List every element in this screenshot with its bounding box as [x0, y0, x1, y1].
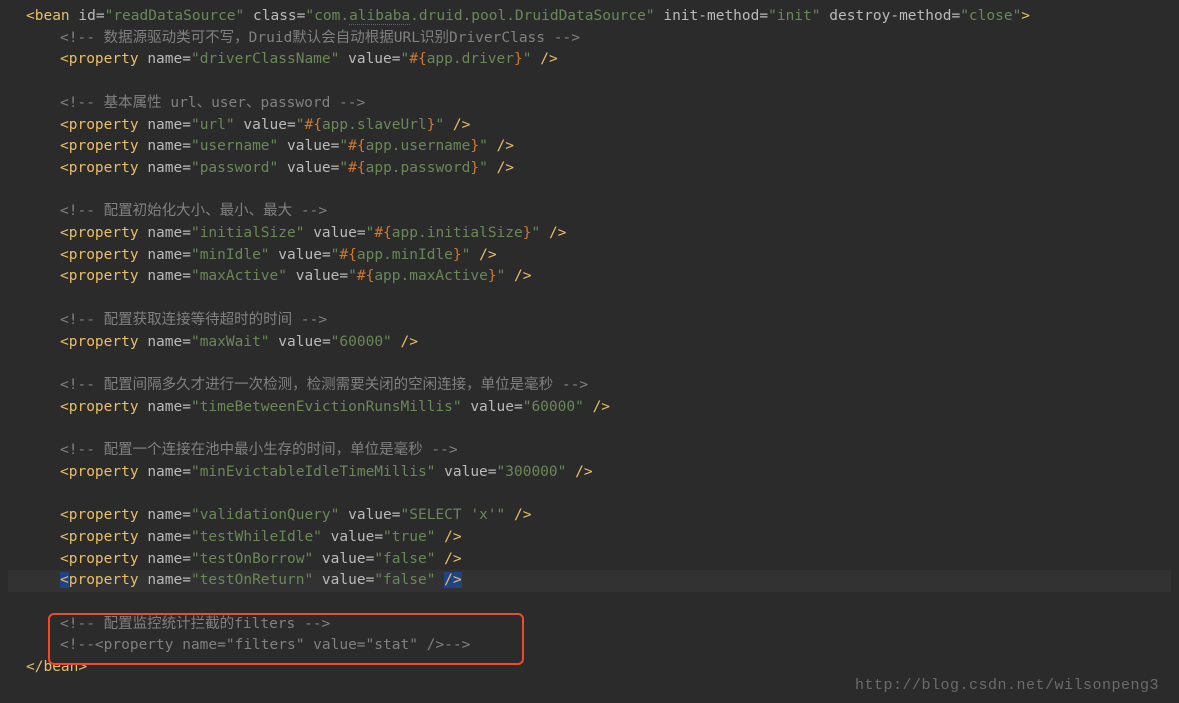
- code-line: <property name="testOnReturn" value="fal…: [8, 570, 1171, 592]
- code-line: <property name="username" value="#{app.u…: [8, 136, 1171, 158]
- code-line: <property name="initialSize" value="#{ap…: [8, 223, 1171, 245]
- code-line: <property name="minEvictableIdleTimeMill…: [8, 462, 1171, 484]
- code-line: <property name="maxWait" value="60000" /…: [8, 332, 1171, 354]
- code-line: <property name="driverClassName" value="…: [8, 49, 1171, 71]
- code-line: <property name="validationQuery" value="…: [8, 505, 1171, 527]
- code-line: <!-- 配置一个连接在池中最小生存的时间，单位是毫秒 -->: [8, 440, 1171, 462]
- blank-line: [8, 483, 1171, 505]
- code-line: <property name="testOnBorrow" value="fal…: [8, 549, 1171, 571]
- code-line: <property name="testWhileIdle" value="tr…: [8, 527, 1171, 549]
- blank-line: [8, 71, 1171, 93]
- code-line: <!--<property name="filters" value="stat…: [8, 635, 1171, 657]
- code-line: <!-- 数据源驱动类可不写，Druid默认会自动根据URL识别DriverCl…: [8, 28, 1171, 50]
- code-line: <!-- 配置监控统计拦截的filters -->: [8, 614, 1171, 636]
- code-line: <property name="timeBetweenEvictionRunsM…: [8, 397, 1171, 419]
- code-line: <!-- 基本属性 url、user、password -->: [8, 93, 1171, 115]
- blank-line: [8, 418, 1171, 440]
- blank-line: [8, 353, 1171, 375]
- blank-line: [8, 180, 1171, 202]
- code-line: <!-- 配置获取连接等待超时的时间 -->: [8, 310, 1171, 332]
- code-line: <bean id="readDataSource" class="com.ali…: [8, 6, 1171, 28]
- blank-line: [8, 288, 1171, 310]
- blank-line: [8, 592, 1171, 614]
- code-editor[interactable]: <bean id="readDataSource" class="com.ali…: [0, 0, 1179, 685]
- code-line: <property name="password" value="#{app.p…: [8, 158, 1171, 180]
- code-line: <property name="minIdle" value="#{app.mi…: [8, 245, 1171, 267]
- code-line: <!-- 配置间隔多久才进行一次检测，检测需要关闭的空闲连接，单位是毫秒 -->: [8, 375, 1171, 397]
- code-line: <!-- 配置初始化大小、最小、最大 -->: [8, 201, 1171, 223]
- code-line: <property name="url" value="#{app.slaveU…: [8, 115, 1171, 137]
- watermark-text: http://blog.csdn.net/wilsonpeng3: [855, 675, 1159, 697]
- code-line: <property name="maxActive" value="#{app.…: [8, 266, 1171, 288]
